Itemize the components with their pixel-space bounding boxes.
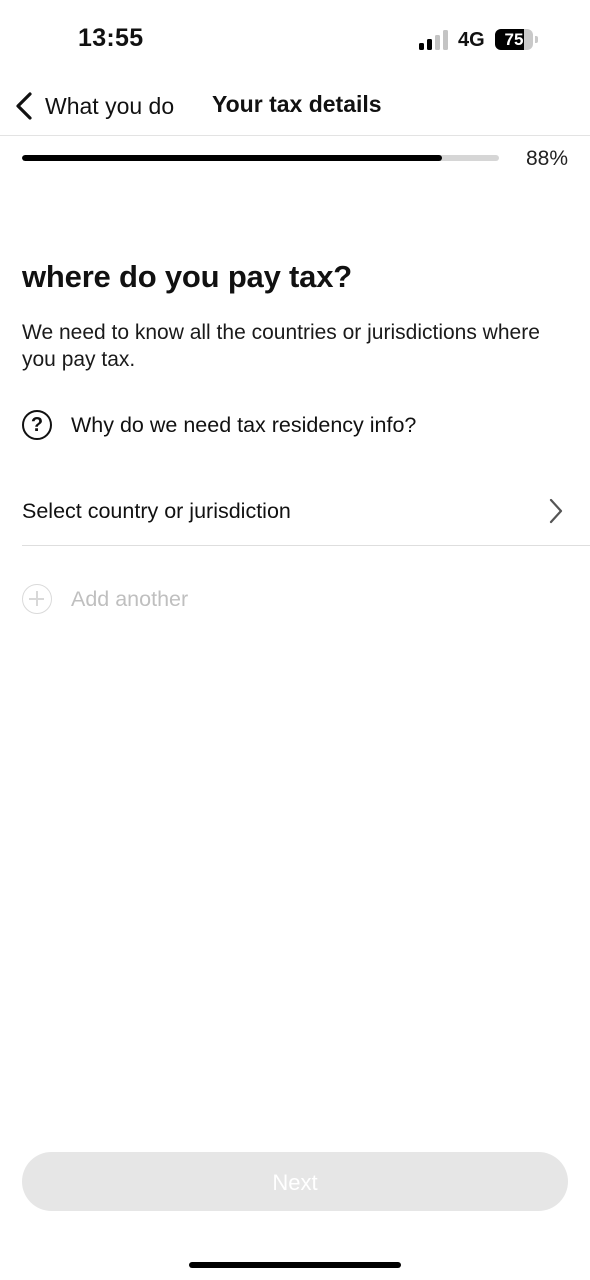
add-another-label: Add another: [71, 586, 189, 611]
section-description: We need to know all the countries or jur…: [22, 321, 540, 371]
tax-residency-help-link[interactable]: ? Why do we need tax residency info?: [22, 408, 416, 442]
signal-bar: [435, 35, 440, 50]
status-time: 13:55: [78, 24, 144, 52]
signal-bar: [427, 39, 432, 50]
section-heading: where do you pay tax?: [22, 259, 352, 294]
back-label: What you do: [45, 92, 175, 119]
network-type: 4G: [458, 29, 485, 51]
progress-percent: 88%: [525, 147, 568, 170]
help-link-label: Why do we need tax residency info?: [71, 412, 417, 437]
battery-percent: 75: [504, 30, 524, 49]
status-bar: 13:55 4G 75: [0, 0, 590, 80]
question-circle-icon: ?: [22, 410, 52, 440]
battery-icon: 75: [495, 29, 538, 50]
signal-icon: [419, 30, 451, 50]
add-another-button[interactable]: Add another: [22, 583, 188, 615]
next-button[interactable]: Next: [22, 1152, 568, 1211]
progress-fill: [22, 155, 442, 161]
select-country-row[interactable]: Select country or jurisdiction: [22, 475, 590, 546]
progress-bar: [22, 155, 499, 161]
select-country-label: Select country or jurisdiction: [22, 499, 291, 523]
chevron-right-icon: [549, 498, 563, 524]
chevron-left-icon: [16, 92, 32, 120]
back-button[interactable]: What you do: [14, 86, 174, 126]
page-title: Your tax details: [212, 91, 382, 117]
signal-bar: [419, 43, 424, 50]
home-indicator: [189, 1262, 401, 1268]
nav-bar: What you do Your tax details: [0, 80, 590, 136]
signal-bar: [443, 30, 448, 50]
plus-circle-icon: [22, 584, 52, 614]
